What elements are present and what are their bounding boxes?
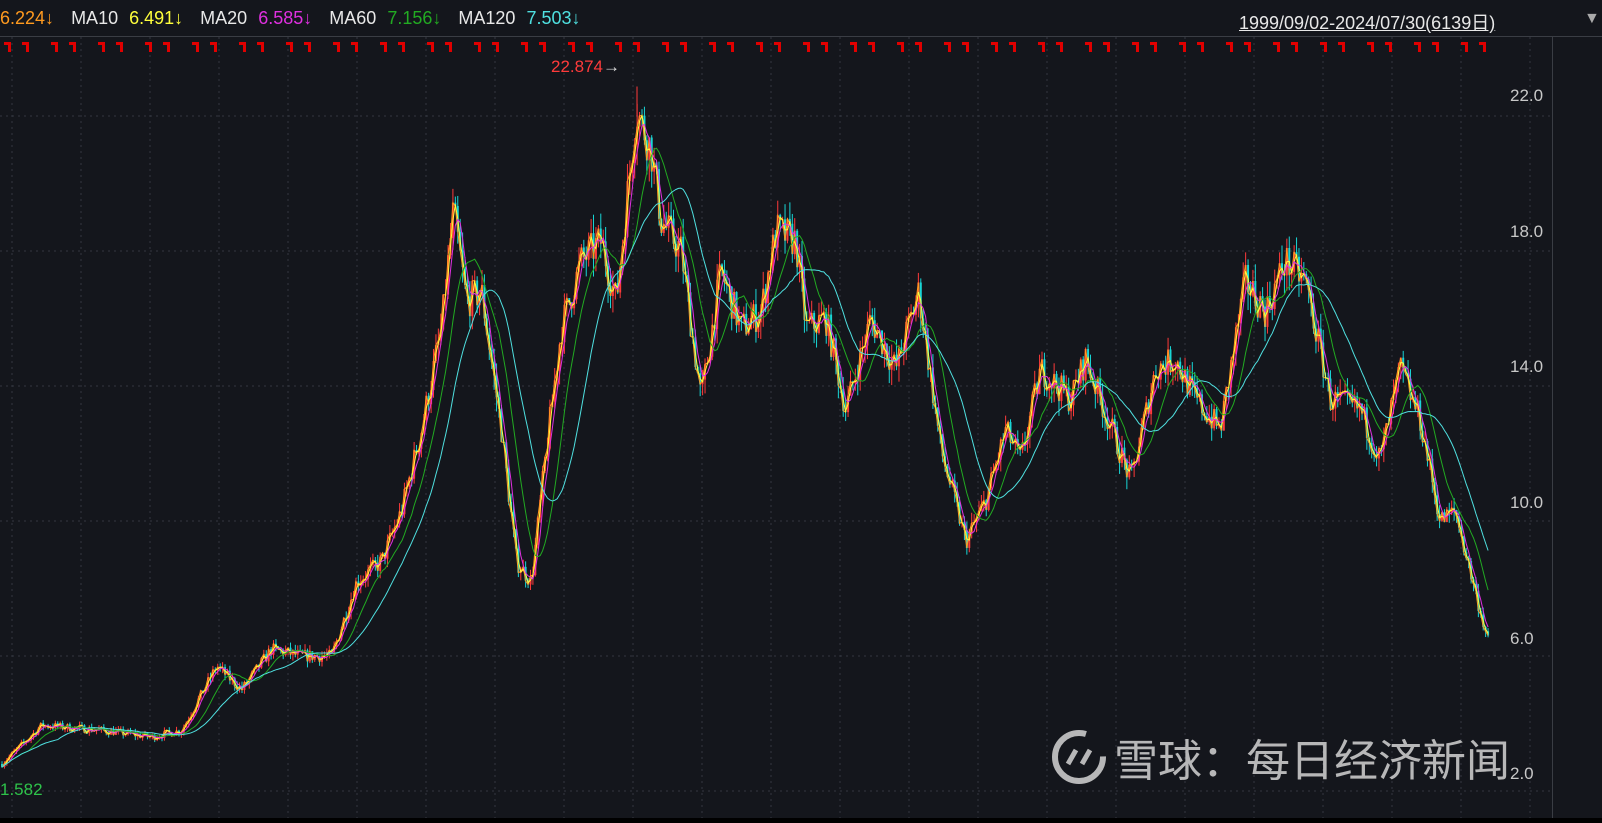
event-marker-icon: [1103, 42, 1110, 52]
event-marker-icon: [1009, 42, 1016, 52]
event-marker-icon: [116, 42, 123, 52]
event-marker-icon: [98, 42, 105, 52]
candlestick-chart[interactable]: [0, 0, 1552, 823]
event-marker-icon: [210, 42, 217, 52]
high-value: 22.874: [551, 57, 603, 76]
bottom-bar: [0, 818, 1602, 823]
event-marker-icon: [1226, 42, 1233, 52]
event-marker-icon: [821, 42, 828, 52]
event-marker-icon: [351, 42, 358, 52]
event-marker-icon: [69, 42, 76, 52]
event-marker-icon: [944, 42, 951, 52]
watermark: 雪球：每日经济新闻: [1050, 725, 1510, 789]
event-marker-icon: [539, 42, 546, 52]
event-marker-icon: [868, 42, 875, 52]
event-marker-icon: [962, 42, 969, 52]
event-marker-icon: [1132, 42, 1139, 52]
y-tick-label: 2.0: [1510, 764, 1534, 783]
dropdown-arrow-icon[interactable]: ▼: [1584, 10, 1600, 28]
event-marker-icon: [145, 42, 152, 52]
event-marker-icon: [257, 42, 264, 52]
event-marker-icon: [398, 42, 405, 52]
event-marker-icon: [662, 42, 669, 52]
y-tick-label: 6.0: [1510, 629, 1534, 648]
y-tick-label: 18.0: [1510, 222, 1544, 241]
event-marker-icon: [1244, 42, 1251, 52]
event-marker-icon: [1338, 42, 1345, 52]
event-marker-icon: [991, 42, 998, 52]
event-marker-icon: [1479, 42, 1486, 52]
event-marker-icon: [192, 42, 199, 52]
event-marker-icon: [680, 42, 687, 52]
event-marker-icon: [1273, 42, 1280, 52]
event-marker-icon: [803, 42, 810, 52]
event-marker-icon: [239, 42, 246, 52]
event-marker-icon: [709, 42, 716, 52]
event-marker-icon: [1414, 42, 1421, 52]
event-marker-icon: [1179, 42, 1186, 52]
event-marker-icon: [774, 42, 781, 52]
y-axis-divider: [1552, 36, 1553, 823]
event-marker-icon: [1150, 42, 1157, 52]
watermark-text: 雪球：每日经济新闻: [1114, 736, 1510, 787]
event-marker-icon: [1038, 42, 1045, 52]
high-price-label: 22.874→: [551, 57, 620, 77]
event-marker-icon: [615, 42, 622, 52]
y-tick-label: 22.0: [1510, 86, 1544, 105]
event-marker-icon: [1432, 42, 1439, 52]
event-marker-icon: [1085, 42, 1092, 52]
y-tick-label: 14.0: [1510, 357, 1544, 376]
event-marker-icon: [22, 42, 29, 52]
event-marker-icon: [1461, 42, 1468, 52]
event-marker-icon: [1197, 42, 1204, 52]
event-marker-icon: [304, 42, 311, 52]
xueqiu-logo-icon: [1052, 730, 1106, 784]
event-marker-icon: [163, 42, 170, 52]
event-marker-icon: [727, 42, 734, 52]
event-marker-icon: [521, 42, 528, 52]
event-marker-icon: [897, 42, 904, 52]
event-marker-icon: [4, 42, 11, 52]
event-marker-icon: [568, 42, 575, 52]
event-marker-icon: [850, 42, 857, 52]
y-tick-label: 10.0: [1510, 493, 1544, 512]
event-marker-icon: [333, 42, 340, 52]
event-marker-icon: [633, 42, 640, 52]
event-marker-icon: [1367, 42, 1374, 52]
event-marker-icon: [380, 42, 387, 52]
event-marker-icon: [427, 42, 434, 52]
event-marker-icon: [445, 42, 452, 52]
arrow-right-icon: →: [603, 57, 620, 76]
event-marker-icon: [51, 42, 58, 52]
event-marker-icon: [474, 42, 481, 52]
event-marker-icon: [756, 42, 763, 52]
event-marker-icon: [1056, 42, 1063, 52]
event-marker-icon: [586, 42, 593, 52]
event-marker-icon: [1291, 42, 1298, 52]
low-price-label: 1.582: [0, 780, 43, 799]
event-marker-icon: [286, 42, 293, 52]
event-marker-icon: [915, 42, 922, 52]
event-marker-icon: [1385, 42, 1392, 52]
